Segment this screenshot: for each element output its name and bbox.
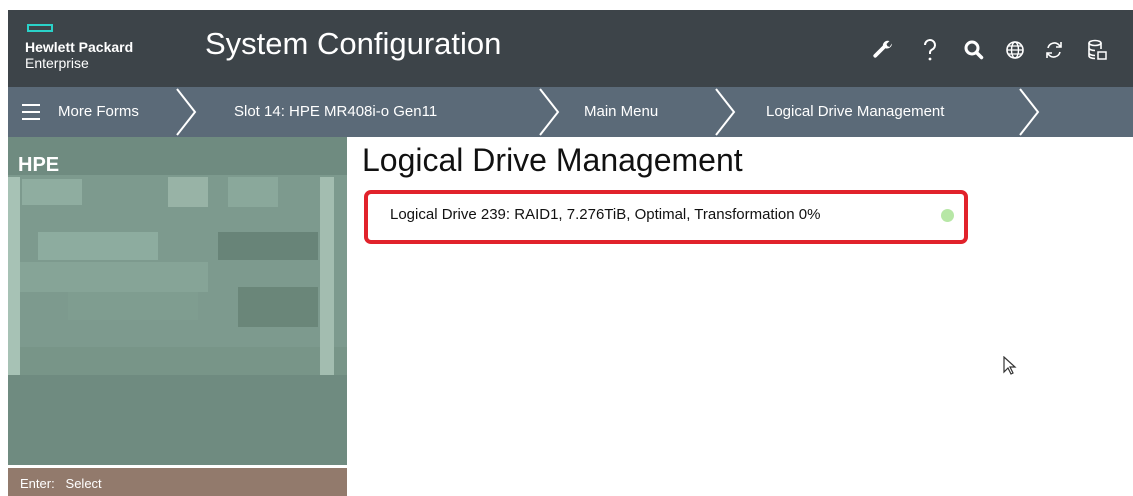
- globe-icon[interactable]: [1000, 35, 1030, 65]
- chevron-right-icon: [176, 88, 197, 136]
- database-icon[interactable]: [1082, 35, 1112, 65]
- logo-line-2: Enterprise: [25, 55, 89, 71]
- help-icon[interactable]: [915, 35, 945, 65]
- refresh-icon[interactable]: [1039, 35, 1069, 65]
- chevron-right-icon: [1019, 88, 1040, 136]
- hpe-logo-mark: [27, 24, 53, 32]
- blurred-block: [38, 232, 158, 260]
- page-title: Logical Drive Management: [362, 142, 743, 178]
- mouse-cursor-icon: [1003, 356, 1017, 375]
- logical-drive-item[interactable]: Logical Drive 239: RAID1, 7.276TiB, Opti…: [390, 206, 820, 223]
- blurred-block: [22, 179, 82, 205]
- blurred-block: [238, 287, 318, 327]
- key-hint-bar: Enter: Select: [8, 468, 347, 496]
- blurred-block: [228, 177, 278, 207]
- breadcrumb: More Forms Slot 14: HPE MR408i-o Gen11 M…: [8, 87, 1133, 137]
- help-panel-title: HPE: [18, 154, 60, 176]
- menu-icon[interactable]: [22, 104, 40, 120]
- app-title: System Configuration: [205, 26, 502, 61]
- blurred-block: [68, 292, 198, 320]
- blurred-block: [218, 232, 318, 260]
- chevron-right-icon: [715, 88, 736, 136]
- chevron-right-icon: [539, 88, 560, 136]
- blurred-block: [8, 347, 347, 375]
- search-icon[interactable]: [959, 35, 989, 65]
- logo-line-1: Hewlett Packard: [25, 39, 134, 55]
- blurred-block: [168, 177, 208, 207]
- breadcrumb-more-forms[interactable]: More Forms: [58, 87, 139, 137]
- blurred-block: [8, 262, 208, 292]
- wrench-icon[interactable]: [868, 35, 898, 65]
- breadcrumb-logical-drive-management[interactable]: Logical Drive Management: [766, 87, 944, 137]
- breadcrumb-main-menu[interactable]: Main Menu: [584, 87, 658, 137]
- help-panel: HPE: [8, 137, 347, 465]
- key-hint-key: Enter:: [20, 476, 55, 491]
- key-hint: Enter: Select: [20, 476, 102, 491]
- status-indicator-icon: [941, 209, 954, 222]
- breadcrumb-slot-14[interactable]: Slot 14: HPE MR408i-o Gen11: [234, 87, 437, 137]
- top-header: Hewlett Packard Enterprise System Config…: [8, 10, 1133, 87]
- blurred-edge: [320, 177, 334, 375]
- blurred-edge: [8, 177, 20, 375]
- key-hint-action: Select: [65, 476, 102, 491]
